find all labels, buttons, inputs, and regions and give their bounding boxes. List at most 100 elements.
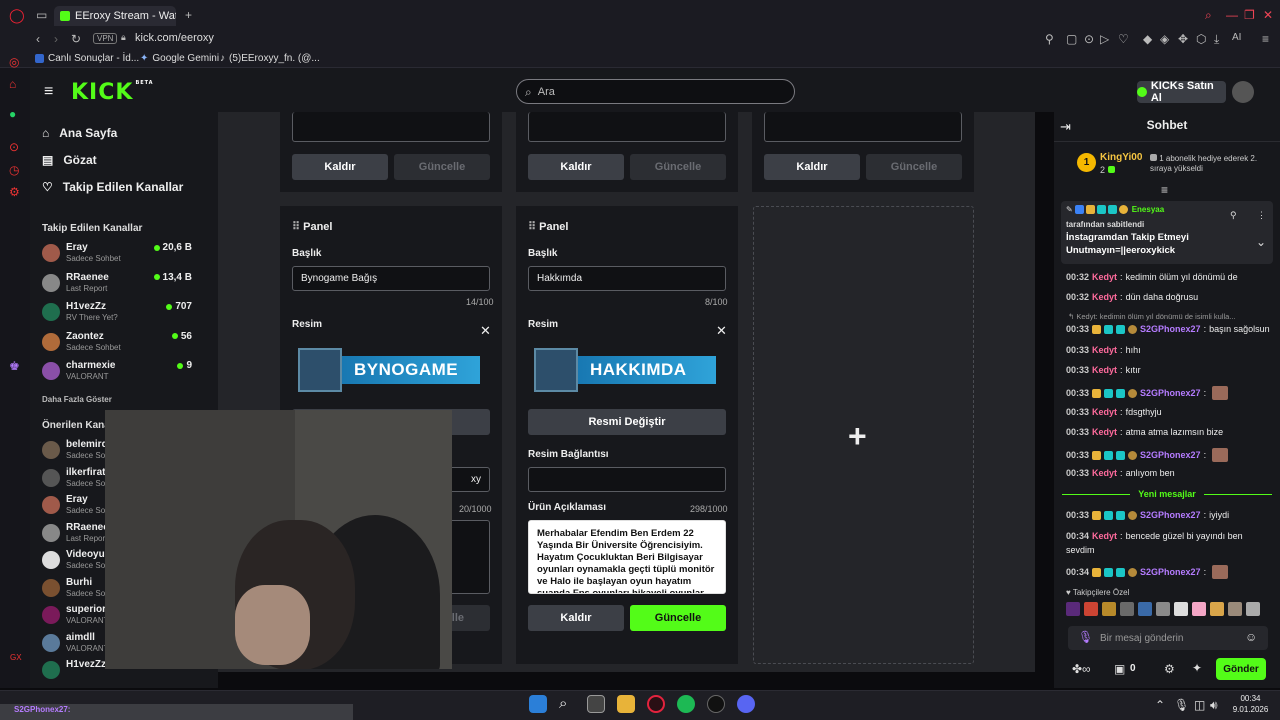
remove-button[interactable]: Kaldır xyxy=(292,154,388,180)
drag-handle-icon[interactable]: ⠿ xyxy=(292,221,300,233)
emote-icon[interactable] xyxy=(1066,602,1080,616)
title-input[interactable]: Bynogame Bağış xyxy=(292,266,490,291)
title-input[interactable]: Hakkımda xyxy=(528,266,726,291)
download-icon[interactable]: ⤓ xyxy=(1214,33,1219,45)
drag-handle-icon[interactable]: ⠿ xyxy=(528,221,536,233)
close-icon[interactable]: ✕ xyxy=(716,323,727,339)
message-user[interactable]: Kedyt xyxy=(1092,272,1117,282)
back-icon[interactable]: ‹ xyxy=(36,33,40,45)
remove-button[interactable]: Kaldır xyxy=(764,154,860,180)
sidebar-channel[interactable]: Eray Sadece Sohbet 20,6 B xyxy=(42,242,192,268)
clock[interactable]: 00:34 9.01.2026 xyxy=(1228,693,1273,715)
buy-kicks-button[interactable]: KICKs Satın Al xyxy=(1137,80,1226,104)
settings-icon[interactable]: ⚙ xyxy=(9,186,20,198)
emote-icon[interactable] xyxy=(1102,602,1116,616)
emote-icon[interactable] xyxy=(1246,602,1260,616)
tray-chevron-icon[interactable]: ⌃ xyxy=(1155,699,1165,711)
desc-textarea-top-2[interactable] xyxy=(528,112,726,142)
panel-header[interactable]: ⠿ Panel xyxy=(292,220,332,233)
remove-button[interactable]: Kaldır xyxy=(528,605,624,631)
kick-points-icon[interactable]: ✤∞ xyxy=(1072,663,1091,675)
update-button[interactable]: Güncelle xyxy=(630,605,726,631)
desc-textarea-top-3[interactable] xyxy=(764,112,962,142)
desc-textarea[interactable]: Merhabalar Efendim Ben Erdem 22 Yaşında … xyxy=(528,520,726,594)
gift-icon[interactable]: ▣ xyxy=(1114,663,1125,675)
tab-active[interactable]: EEroxy Stream - Watch Liv xyxy=(54,6,176,26)
extension2-icon[interactable]: ◈ xyxy=(1160,33,1169,45)
discord-icon[interactable] xyxy=(737,695,755,713)
ai-button[interactable]: AI xyxy=(1232,33,1241,43)
update-button[interactable]: Güncelle xyxy=(394,154,490,180)
chat-input[interactable]: Bir mesaj gönderin xyxy=(1068,626,1268,650)
close-icon[interactable]: ✕ xyxy=(480,323,491,339)
opera-player-icon[interactable]: ⊙ xyxy=(9,141,19,153)
opera-bag-icon[interactable]: ⌂ xyxy=(9,78,16,90)
update-button[interactable]: Güncelle xyxy=(630,154,726,180)
nav-browse[interactable]: ▤ Gözat xyxy=(42,153,97,167)
top-gifter-name[interactable]: KingYi00 xyxy=(1100,152,1142,163)
close-window-icon[interactable]: ✕ xyxy=(1263,9,1273,21)
player-icon[interactable]: ▷ xyxy=(1100,33,1109,45)
obs-icon[interactable] xyxy=(707,695,725,713)
history-icon[interactable]: ◷ xyxy=(9,164,19,176)
reload-icon[interactable]: ↻ xyxy=(71,33,81,45)
send-button[interactable]: Gönder xyxy=(1216,658,1266,680)
whatsapp-icon[interactable]: ● xyxy=(9,108,16,120)
sidebar-channel[interactable]: RRaenee Last Report 13,4 B xyxy=(42,272,192,298)
emote-icon[interactable] xyxy=(1210,602,1224,616)
badge-icon[interactable]: ✦ xyxy=(1192,662,1202,674)
emote-icon[interactable] xyxy=(1138,602,1152,616)
new-tab-icon[interactable]: + xyxy=(185,9,192,21)
hamburger-icon[interactable]: ≡ xyxy=(44,84,53,100)
sidebar-channel[interactable]: Zaontez Sadece Sohbet 56 xyxy=(42,331,192,357)
search-tabs-icon[interactable]: ⌕ xyxy=(1205,9,1212,21)
sidebar-channel[interactable]: charmexie VALORANT 9 xyxy=(42,360,192,386)
message-user[interactable]: Kedyt xyxy=(1092,427,1117,437)
forward-icon[interactable]: › xyxy=(54,33,58,45)
sidebar-channel[interactable]: H1vezZz RV There Yet? 707 xyxy=(42,301,192,327)
message-user[interactable]: S2GPhonex27 xyxy=(1140,324,1201,334)
file-explorer-icon[interactable] xyxy=(617,695,635,713)
filter-icon[interactable]: ≡ xyxy=(1161,184,1168,196)
bookmark-2[interactable]: ✦ Google Gemini xyxy=(140,53,219,64)
url-field[interactable]: kick.com/eeroxy xyxy=(135,32,214,44)
emote-icon[interactable] xyxy=(1228,602,1242,616)
maximize-icon[interactable]: ❐ xyxy=(1244,9,1255,21)
nav-home[interactable]: ⌂ Ana Sayfa xyxy=(42,126,117,140)
task-view-icon[interactable] xyxy=(587,695,605,713)
mic-icon[interactable]: 🎙︎ xyxy=(1174,699,1189,711)
message-user[interactable]: S2GPhonex27 xyxy=(1140,450,1201,460)
vpn-badge[interactable]: VPN xyxy=(93,33,118,44)
mic-icon[interactable]: 🎙︎ xyxy=(1078,631,1093,643)
emote-icon[interactable] xyxy=(1156,602,1170,616)
message-user[interactable]: Kedyt xyxy=(1092,292,1117,302)
minimize-icon[interactable]: — xyxy=(1226,9,1238,21)
screenshot-icon[interactable]: ▢ xyxy=(1066,33,1077,45)
search-input[interactable]: ⌕ Ara xyxy=(516,79,795,104)
camera-icon[interactable]: ⊙ xyxy=(1084,33,1094,45)
panel-header[interactable]: ⠿ Panel xyxy=(528,220,568,233)
settings-icon[interactable]: ⚙ xyxy=(1164,663,1175,675)
puzzle-icon[interactable]: ✥ xyxy=(1178,33,1188,45)
message-user[interactable]: S2GPhonex27 xyxy=(1140,567,1201,577)
cube-icon[interactable]: ⬡ xyxy=(1196,33,1206,45)
change-image-button[interactable]: Resmi Değiştir xyxy=(528,409,726,435)
emote-icon[interactable] xyxy=(1120,602,1134,616)
emote-icon[interactable] xyxy=(1192,602,1206,616)
volume-icon[interactable]: 🔊︎ xyxy=(1210,699,1218,711)
tab-grid-icon[interactable]: ▭ xyxy=(36,9,47,21)
heart-icon[interactable]: ♡ xyxy=(1118,33,1129,45)
avatar[interactable] xyxy=(1232,81,1254,103)
bookmark-3[interactable]: ♪ (5)EEroxyy_fn. (@... xyxy=(220,53,320,64)
spotify-icon[interactable] xyxy=(677,695,695,713)
message-user[interactable]: Kedyt xyxy=(1092,345,1117,355)
pin-icon[interactable]: ⚲ xyxy=(1045,33,1054,45)
message-user[interactable]: Kedyt xyxy=(1092,407,1117,417)
message-user[interactable]: S2GPhonex27 xyxy=(1140,388,1201,398)
message-user[interactable]: Kedyt xyxy=(1092,531,1117,541)
update-button[interactable]: Güncelle xyxy=(866,154,962,180)
opera-logo-icon[interactable]: ◯ xyxy=(9,8,25,22)
windows-start-icon[interactable] xyxy=(529,695,547,713)
message-user[interactable]: Kedyt xyxy=(1092,468,1117,478)
bookmark-1[interactable]: Canlı Sonuçlar - İd... xyxy=(35,53,139,64)
